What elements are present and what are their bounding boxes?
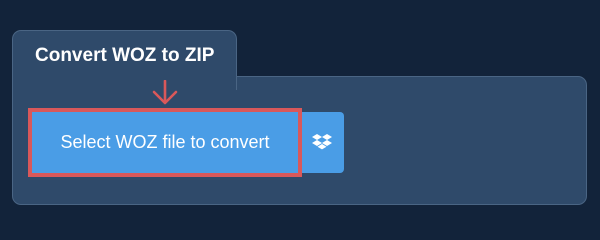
converter-panel: Convert WOZ to ZIP Select WOZ file to co… [0,0,600,230]
tab-panel-join [13,70,236,82]
dropbox-button[interactable] [300,112,344,173]
arrow-down-icon [152,80,178,105]
select-file-label: Select WOZ file to convert [60,132,270,152]
dropbox-icon [312,133,332,149]
tab-title: Convert WOZ to ZIP [35,45,215,66]
select-file-button[interactable]: Select WOZ file to convert [28,108,302,177]
